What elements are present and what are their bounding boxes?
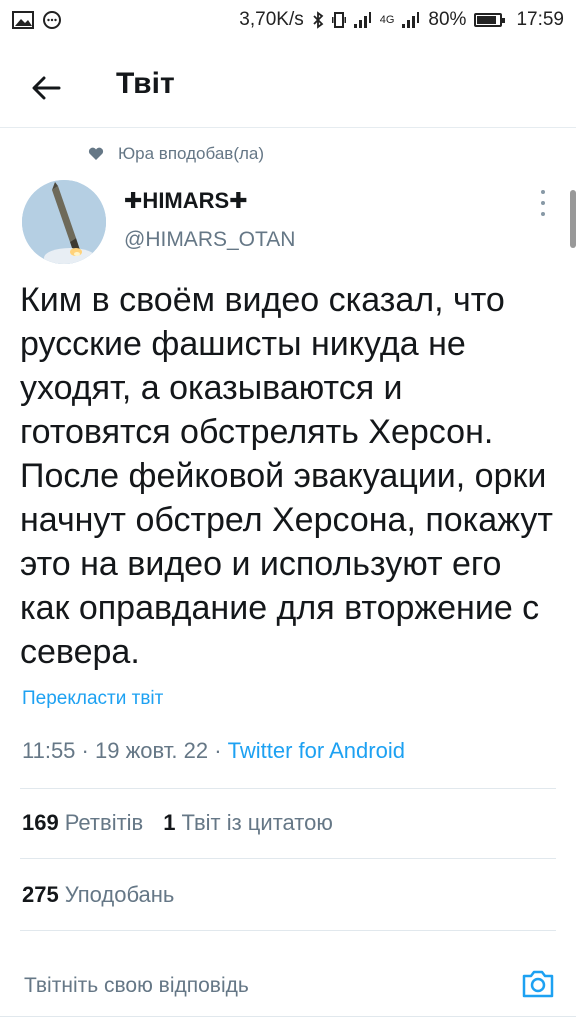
divider (20, 788, 556, 789)
network-type: 4G (379, 14, 395, 26)
bluetooth-icon (313, 11, 324, 29)
reply-composer[interactable]: Твітніть свою відповідь (0, 940, 576, 1024)
arrow-left-icon (32, 76, 61, 100)
reply-input[interactable]: Твітніть свою відповідь (24, 974, 249, 998)
divider (0, 1016, 576, 1017)
signal-icon-2 (402, 12, 420, 28)
vibrate-icon (331, 12, 346, 28)
scrollbar[interactable] (570, 190, 576, 248)
tweet-text: Ким в своём видео сказал, что русские фа… (20, 281, 553, 671)
tweet-date: 19 жовт. 22 (95, 738, 209, 763)
author-name[interactable]: ✚HIMARS✚ (124, 188, 248, 214)
battery-icon (474, 13, 506, 27)
retweets-count[interactable]: 169 (22, 810, 59, 836)
author-handle[interactable]: @HIMARS_OTAN (124, 228, 295, 252)
clock: 17:59 (516, 9, 564, 30)
status-bar: 3,70K/s 4G 80% 17:59 (0, 0, 576, 40)
battery-percent: 80% (428, 9, 467, 30)
quotes-label[interactable]: Твіт із цитатою (181, 810, 332, 836)
image-notification-icon (12, 11, 34, 29)
back-button[interactable] (26, 68, 66, 108)
meta-separator: · (214, 738, 228, 763)
top-app-bar: Твіт (0, 44, 576, 128)
chat-notification-icon (43, 11, 61, 29)
missile-avatar-image (22, 180, 106, 264)
tweet-source-link[interactable]: Twitter for Android (228, 738, 405, 763)
signal-icon (353, 12, 371, 28)
translate-tweet-link[interactable]: Перекласти твіт (22, 688, 163, 710)
network-speed: 3,70K/s (239, 9, 304, 30)
more-options-button[interactable] (535, 190, 551, 216)
retweets-label[interactable]: Ретвітів (65, 810, 144, 836)
retweet-stats: 169 Ретвітів 1 Твіт із цитатою (22, 810, 333, 836)
meta-separator: · (81, 738, 95, 763)
likes-count[interactable]: 275 (22, 882, 59, 908)
divider (20, 858, 556, 859)
social-context-text: Юра вподобав(ла) (118, 144, 265, 163)
avatar[interactable] (22, 180, 106, 264)
quotes-count[interactable]: 1 (163, 810, 175, 836)
social-context[interactable]: Юра вподобав(ла) (88, 144, 264, 164)
heart-icon (88, 147, 104, 160)
camera-icon (522, 970, 554, 998)
tweet-meta: 11:55 · 19 жовт. 22 · Twitter for Androi… (22, 738, 405, 764)
divider (20, 930, 556, 931)
page-title: Твіт (116, 67, 175, 100)
likes-label[interactable]: Уподобань (65, 882, 175, 908)
camera-button[interactable] (520, 968, 556, 1000)
tweet-time: 11:55 (22, 738, 76, 763)
likes-stats: 275 Уподобань (22, 882, 174, 908)
